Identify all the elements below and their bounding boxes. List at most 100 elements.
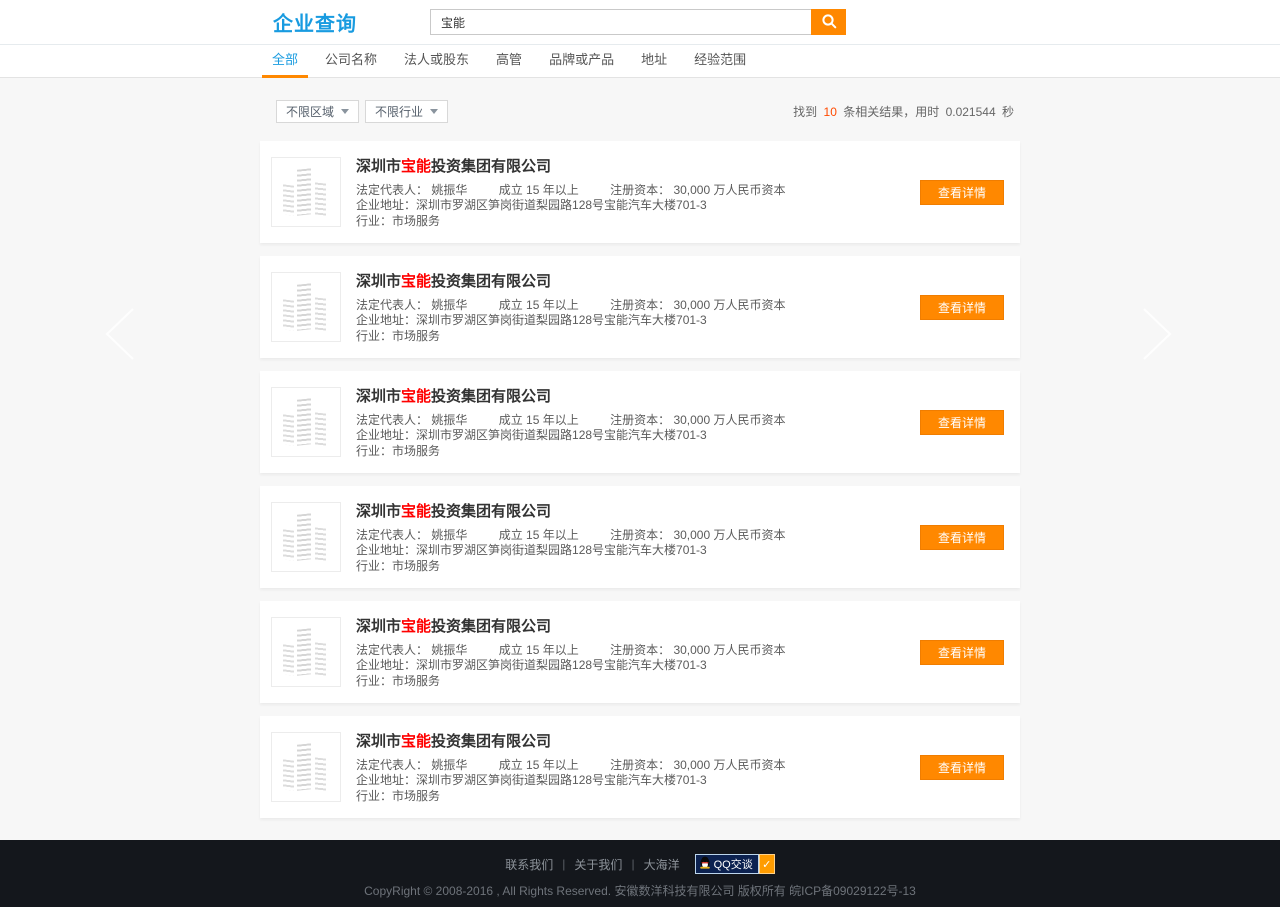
company-industry: 市场服务 [392,559,440,573]
footer-link-ocean[interactable]: 大海洋 [644,856,680,873]
industry-filter-label: 不限行业 [375,103,423,120]
tab-item[interactable]: 经验范围 [684,45,756,78]
company-address: 深圳市罗湖区笋岗街道梨园路128号宝能汽车大楼701-3 [416,543,707,557]
tab-item[interactable]: 品牌或产品 [539,45,624,78]
company-name[interactable]: 深圳市宝能投资集团有限公司 [356,500,920,521]
company-meta-row: 法定代表人： 姚振华 成立 15 年以上 注册资本： 30,000 万人民币资本 [356,643,920,659]
company-name-highlight: 宝能 [401,273,431,290]
filter-row: 不限区域 不限行业 找到 10 条相关结果，用时 0.021544 秒 [260,78,1020,123]
company-building-icon [271,617,341,687]
company-name-suffix: 投资集团有限公司 [431,388,551,405]
company-building-icon [271,387,341,457]
founded-years: 成立 15 年以上 [499,643,579,657]
company-industry: 市场服务 [392,674,440,688]
company-address: 深圳市罗湖区笋岗街道梨园路128号宝能汽车大楼701-3 [416,313,707,327]
company-industry-row: 行业：市场服务 [356,674,920,690]
company-meta-row: 法定代表人： 姚振华 成立 15 年以上 注册资本： 30,000 万人民币资本 [356,298,920,314]
company-name-highlight: 宝能 [401,618,431,635]
region-filter-label: 不限区域 [286,103,334,120]
company-name[interactable]: 深圳市宝能投资集团有限公司 [356,615,920,636]
founded-years: 成立 15 年以上 [499,528,579,542]
legal-representative: 法定代表人： 姚振华 [356,413,467,427]
company-info: 深圳市宝能投资集团有限公司 法定代表人： 姚振华 成立 15 年以上 注册资本：… [341,385,920,460]
results-count: 10 [824,105,837,119]
company-name[interactable]: 深圳市宝能投资集团有限公司 [356,270,920,291]
legal-representative: 法定代表人： 姚振华 [356,528,467,542]
company-result-card: 深圳市宝能投资集团有限公司 法定代表人： 姚振华 成立 15 年以上 注册资本：… [260,256,1020,358]
app-logo[interactable]: 企业查询 [273,8,357,37]
company-building-icon [271,157,341,227]
company-address: 深圳市罗湖区笋岗街道梨园路128号宝能汽车大楼701-3 [416,428,707,442]
view-details-button[interactable]: 查看详情 [920,525,1004,550]
founded-years: 成立 15 年以上 [499,183,579,197]
legal-representative: 法定代表人： 姚振华 [356,758,467,772]
tab-item[interactable]: 地址 [631,45,677,78]
tab-item[interactable]: 法人或股东 [394,45,479,78]
company-address-row: 企业地址：深圳市罗湖区笋岗街道梨园路128号宝能汽车大楼701-3 [356,543,920,559]
view-details-button[interactable]: 查看详情 [920,180,1004,205]
company-info: 深圳市宝能投资集团有限公司 法定代表人： 姚振华 成立 15 年以上 注册资本：… [341,500,920,575]
search-button[interactable] [811,9,846,35]
company-name-prefix: 深圳市 [356,158,401,175]
view-details-button[interactable]: 查看详情 [920,755,1004,780]
registered-capital: 注册资本： 30,000 万人民币资本 [610,528,785,542]
legal-representative: 法定代表人： 姚振华 [356,298,467,312]
company-industry-row: 行业：市场服务 [356,559,920,575]
search-input[interactable] [430,9,811,35]
registered-capital: 注册资本： 30,000 万人民币资本 [610,298,785,312]
legal-representative: 法定代表人： 姚振华 [356,643,467,657]
qq-chat-label: QQ交谈 [714,856,753,872]
company-address: 深圳市罗湖区笋岗街道梨园路128号宝能汽车大楼701-3 [416,658,707,672]
company-name-prefix: 深圳市 [356,733,401,750]
company-meta-row: 法定代表人： 姚振华 成立 15 年以上 注册资本： 30,000 万人民币资本 [356,413,920,429]
tab-item[interactable]: 全部 [262,45,308,78]
company-name-highlight: 宝能 [401,158,431,175]
header: 企业查询 [0,0,1280,45]
company-name-highlight: 宝能 [401,733,431,750]
carousel-left-icon[interactable] [95,306,143,367]
registered-capital: 注册资本： 30,000 万人民币资本 [610,183,785,197]
company-name-prefix: 深圳市 [356,273,401,290]
company-address: 深圳市罗湖区笋岗街道梨园路128号宝能汽车大楼701-3 [416,198,707,212]
company-info: 深圳市宝能投资集团有限公司 法定代表人： 姚振华 成立 15 年以上 注册资本：… [341,730,920,805]
view-details-button[interactable]: 查看详情 [920,295,1004,320]
tab-item[interactable]: 高管 [486,45,532,78]
qq-penguin-icon [699,856,711,872]
company-address-row: 企业地址：深圳市罗湖区笋岗街道梨园路128号宝能汽车大楼701-3 [356,658,920,674]
view-details-button[interactable]: 查看详情 [920,410,1004,435]
footer-link-contact[interactable]: 联系我们 [505,856,553,873]
search-type-tabs: 全部 公司名称 法人或股东 高管 品牌或产品 地址 经验范围 [0,45,1280,78]
results-summary: 找到 10 条相关结果，用时 0.021544 秒 [793,103,1020,120]
company-name[interactable]: 深圳市宝能投资集团有限公司 [356,730,920,751]
summary-results-label: 条相关结果，用时 [843,105,939,119]
qq-chat-badge[interactable]: QQ交谈 ✓ [695,854,775,874]
company-name[interactable]: 深圳市宝能投资集团有限公司 [356,385,920,406]
company-building-icon [271,272,341,342]
qq-check-icon: ✓ [759,854,775,874]
company-name-suffix: 投资集团有限公司 [431,273,551,290]
company-info: 深圳市宝能投资集团有限公司 法定代表人： 姚振华 成立 15 年以上 注册资本：… [341,270,920,345]
company-industry-row: 行业：市场服务 [356,214,920,230]
company-info: 深圳市宝能投资集团有限公司 法定代表人： 姚振华 成立 15 年以上 注册资本：… [341,155,920,230]
company-address-row: 企业地址：深圳市罗湖区笋岗街道梨园路128号宝能汽车大楼701-3 [356,773,920,789]
view-details-button[interactable]: 查看详情 [920,640,1004,665]
summary-seconds-label: 秒 [1002,105,1014,119]
company-name[interactable]: 深圳市宝能投资集团有限公司 [356,155,920,176]
company-result-card: 深圳市宝能投资集团有限公司 法定代表人： 姚振华 成立 15 年以上 注册资本：… [260,486,1020,588]
carousel-right-icon[interactable] [1134,306,1182,367]
industry-filter-dropdown[interactable]: 不限行业 [365,100,448,123]
company-industry: 市场服务 [392,329,440,343]
summary-found-label: 找到 [793,105,817,119]
company-meta-row: 法定代表人： 姚振华 成立 15 年以上 注册资本： 30,000 万人民币资本 [356,528,920,544]
tab-item[interactable]: 公司名称 [315,45,387,78]
chevron-down-icon [430,109,438,114]
company-result-card: 深圳市宝能投资集团有限公司 法定代表人： 姚振华 成立 15 年以上 注册资本：… [260,601,1020,703]
company-meta-row: 法定代表人： 姚振华 成立 15 年以上 注册资本： 30,000 万人民币资本 [356,183,920,199]
company-address-row: 企业地址：深圳市罗湖区笋岗街道梨园路128号宝能汽车大楼701-3 [356,428,920,444]
region-filter-dropdown[interactable]: 不限区域 [276,100,359,123]
company-building-icon [271,732,341,802]
company-name-suffix: 投资集团有限公司 [431,503,551,520]
footer-link-about[interactable]: 关于我们 [574,856,622,873]
company-result-card: 深圳市宝能投资集团有限公司 法定代表人： 姚振华 成立 15 年以上 注册资本：… [260,371,1020,473]
company-industry-row: 行业：市场服务 [356,329,920,345]
